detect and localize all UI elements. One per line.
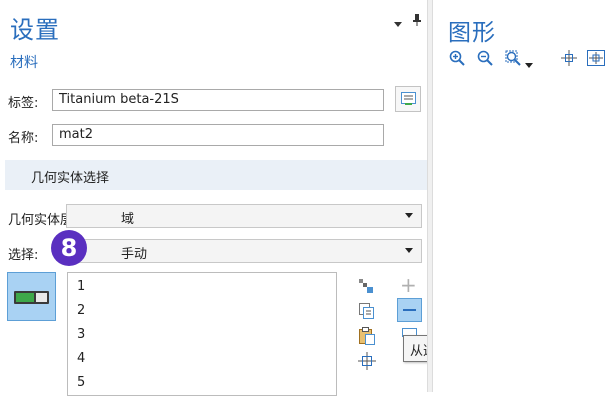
zoom-out-icon[interactable]: [477, 50, 493, 70]
list-item[interactable]: 5: [77, 375, 85, 390]
add-to-selection-icon[interactable]: +: [400, 275, 417, 295]
panel-menu-icon[interactable]: [394, 16, 402, 31]
graphics-title: 图形: [448, 20, 496, 46]
chevron-down-icon: [405, 248, 413, 253]
name-field-label: 名称:: [8, 131, 39, 146]
graphics-panel: 图形: [433, 0, 611, 392]
list-item[interactable]: 2: [77, 303, 85, 318]
toggle-switch-icon: [14, 291, 49, 304]
zoom-dropdown-icon[interactable]: [525, 56, 533, 72]
pin-icon[interactable]: [412, 13, 422, 31]
label-input[interactable]: Titanium beta-21S: [52, 89, 384, 111]
rename-button[interactable]: [395, 86, 421, 112]
settings-title: 设置: [10, 16, 60, 44]
list-item[interactable]: 3: [77, 327, 85, 342]
selection-label: 选择:: [8, 248, 39, 263]
zoom-box-icon[interactable]: [505, 50, 521, 70]
list-item[interactable]: 1: [77, 279, 85, 294]
list-item[interactable]: 4: [77, 351, 85, 366]
center-view-icon[interactable]: [561, 50, 577, 70]
section-title: 几何实体选择: [31, 171, 110, 186]
select-all-icon[interactable]: [358, 278, 376, 298]
geometry-level-select[interactable]: 域: [66, 204, 422, 228]
label-field-label: 标签:: [8, 96, 39, 111]
zoom-to-selection-icon[interactable]: [358, 352, 376, 374]
chevron-down-icon: [405, 213, 413, 218]
name-input[interactable]: mat2: [52, 124, 384, 146]
text-edit-icon: [401, 92, 416, 105]
section-header-geometric-entity-selection[interactable]: 几何实体选择: [5, 160, 429, 190]
activate-selection-toggle[interactable]: [7, 272, 56, 321]
selection-list[interactable]: 1 2 3 4 5: [67, 272, 337, 396]
minus-icon: [403, 309, 416, 311]
zoom-extents-icon[interactable]: [587, 50, 605, 70]
selection-select[interactable]: 手动: [66, 239, 422, 263]
settings-panel: 设置 材料 标签: Titanium beta-21S 名称: mat2 几何实…: [0, 0, 511, 396]
paste-icon[interactable]: [358, 326, 376, 350]
zoom-in-icon[interactable]: [449, 50, 465, 70]
settings-subtitle: 材料: [10, 55, 38, 71]
step-badge: 8: [51, 230, 87, 266]
remove-from-selection-button[interactable]: [397, 298, 422, 322]
copy-icon[interactable]: [358, 302, 376, 324]
geometry-level-value: 域: [121, 212, 135, 227]
selection-value: 手动: [121, 247, 148, 262]
